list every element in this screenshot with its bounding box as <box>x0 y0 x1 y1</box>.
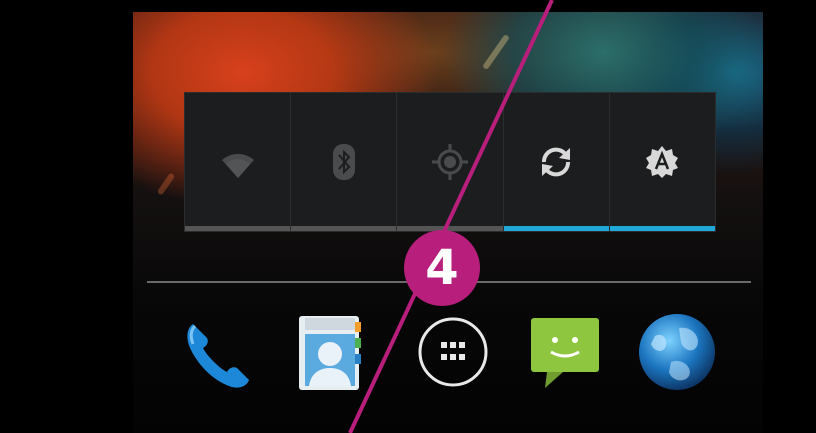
tile-wifi[interactable] <box>185 93 292 231</box>
stage: 4 <box>0 0 816 433</box>
gps-icon <box>430 142 470 182</box>
tile-auto-brightness[interactable] <box>609 93 716 231</box>
dock-app-messaging[interactable] <box>523 308 607 400</box>
app-drawer-button[interactable] <box>411 308 495 400</box>
wallpaper-streak <box>156 172 176 196</box>
tile-sync[interactable] <box>503 93 610 231</box>
wifi-icon <box>216 144 260 180</box>
tile-bluetooth[interactable] <box>291 93 398 231</box>
contacts-icon <box>285 310 369 398</box>
message-icon <box>523 310 607 398</box>
tile-indicator-bluetooth <box>291 226 397 231</box>
dock <box>173 308 733 400</box>
tile-location[interactable] <box>397 93 504 231</box>
tile-indicator-sync <box>503 226 609 231</box>
tile-indicator-auto-brightness <box>609 226 716 231</box>
brightness-auto-icon <box>644 144 680 180</box>
android-home-screen <box>133 12 763 433</box>
tile-indicator-wifi <box>185 226 291 231</box>
step-callout-badge: 4 <box>404 230 480 306</box>
bluetooth-icon <box>332 143 356 181</box>
wallpaper-streak <box>482 33 510 71</box>
quick-settings-widget <box>184 92 716 232</box>
step-number: 4 <box>425 240 459 296</box>
app-grid-icon <box>411 310 495 398</box>
sync-icon <box>536 142 576 182</box>
dock-app-browser[interactable] <box>635 308 719 400</box>
dock-app-contacts[interactable] <box>285 308 369 400</box>
globe-icon <box>635 310 719 398</box>
dock-app-phone[interactable] <box>173 308 257 400</box>
phone-icon <box>173 310 257 398</box>
